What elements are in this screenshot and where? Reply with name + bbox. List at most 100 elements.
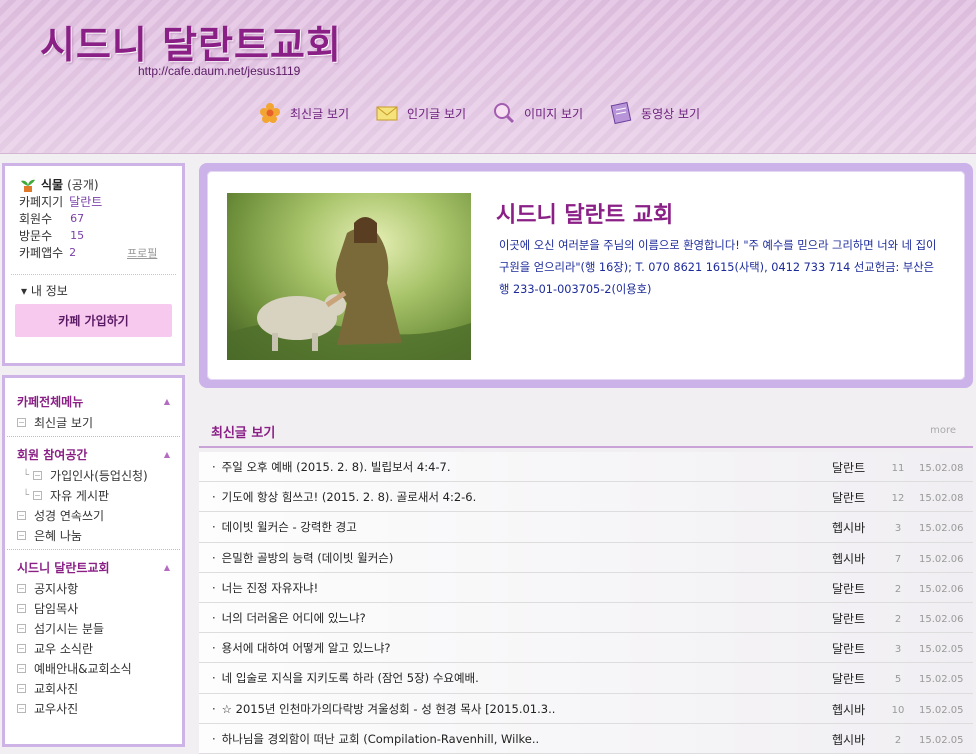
post-title-text: 너는 진정 자유자냐! (221, 580, 319, 595)
post-row[interactable]: · 주일 오후 예배 (2015. 2. 8). 빌립보서 4:4-7. 달란트 11… (199, 452, 973, 483)
board-icon (17, 530, 26, 540)
board-icon (17, 663, 26, 673)
post-author[interactable]: 헵시바 (832, 731, 865, 748)
collapse-arrow-icon[interactable]: ▲ (164, 563, 170, 572)
bullet-icon: · (212, 731, 216, 746)
join-cafe-button[interactable]: 카페 가입하기 (15, 304, 172, 337)
post-author[interactable]: 달란트 (832, 489, 865, 506)
cafe-url[interactable]: http://cafe.daum.net/jesus1119 (138, 64, 300, 78)
post-view-count: 11 (891, 463, 905, 474)
post-author[interactable]: 달란트 (832, 459, 865, 476)
post-author[interactable]: 달란트 (832, 580, 865, 597)
cafe-profile-box: 식물 (공개) 카페지기 달란트 회원수 67 방문수 15 카페앱수 2 프로… (2, 163, 185, 366)
bullet-icon: · (212, 460, 216, 474)
post-row[interactable]: · 데이빗 윌커슨 - 강력한 경고 헵시바 3 15.02.06 (199, 512, 973, 543)
manager-row: 카페지기 달란트 (5, 193, 182, 210)
menu-item-member-news[interactable]: 교우 소식란 (5, 638, 182, 658)
menu-section-church[interactable]: 시드니 달란트교회 ▲ (5, 556, 182, 578)
post-row[interactable]: · 기도에 항상 힘쓰고! (2015. 2. 8). 골로새서 4:2-6. 달란… (199, 482, 973, 513)
app-label: 카페앱수 (19, 246, 64, 260)
menu-item-label: 최신글 보기 (34, 415, 94, 430)
menu-divider (7, 436, 180, 437)
post-title-text: 주일 오후 예배 (2015. 2. 8). 빌립보서 4:4-7. (221, 460, 451, 474)
post-row[interactable]: · 너는 진정 자유자냐! 달란트 2 15.02.06 (199, 572, 973, 603)
board-icon (17, 643, 26, 653)
more-link[interactable]: more (930, 425, 956, 436)
menu-item-label: 자유 게시판 (50, 488, 110, 503)
post-row[interactable]: · ☆ 2015년 인천마가의다락방 겨울성회 - 성 현경 목사 [2015.0… (199, 693, 973, 724)
post-view-count: 12 (891, 493, 905, 505)
post-date: 15.02.06 (919, 523, 964, 535)
post-title[interactable]: · 하나님을 경외함이 떠난 교회 (Compilation-Ravenhill,… (212, 731, 539, 747)
post-date: 15.02.06 (919, 613, 964, 625)
post-author[interactable]: 헵시바 (832, 519, 865, 536)
latest-posts-title[interactable]: 최신글 보기 (211, 422, 275, 441)
notepad-icon (610, 102, 632, 124)
board-icon (33, 490, 43, 500)
bullet-icon: · (212, 671, 216, 686)
my-info-toggle[interactable]: ▾ 내 정보 (21, 282, 68, 299)
post-view-count: 2 (894, 734, 902, 746)
post-title[interactable]: · 주일 오후 예배 (2015. 2. 8). 빌립보서 4:4-7. (212, 459, 451, 475)
menu-item-member-photos[interactable]: 교우사진 (5, 698, 182, 718)
collapse-arrow-icon[interactable]: ▲ (164, 397, 170, 406)
visitors-value: 15 (70, 229, 85, 242)
menu-item-greetings[interactable]: └ 가입인사(등업신청) (5, 465, 182, 485)
menu-item-worship-info[interactable]: 예배안내&교회소식 (5, 658, 182, 678)
menu-item-free-board[interactable]: └ 자유 게시판 (5, 485, 182, 505)
menu-item-label: 교회사진 (34, 681, 79, 696)
post-title-text: 네 입술로 지식을 지키도록 하라 (잠언 5장) 수요예배. (221, 671, 479, 686)
post-author[interactable]: 달란트 (832, 640, 865, 657)
post-title[interactable]: · 너는 진정 자유자냐! (212, 580, 318, 596)
nav-latest[interactable]: 최신글 보기 (258, 102, 349, 124)
visitors-label: 방문수 (19, 229, 53, 243)
post-row[interactable]: · 용서에 대하여 어떻게 알고 있느냐? 달란트 3 15.02.05 (199, 633, 973, 664)
menu-item-church-photos[interactable]: 교회사진 (5, 678, 182, 698)
manager-value[interactable]: 달란트 (69, 193, 102, 210)
board-icon (17, 583, 26, 593)
post-author[interactable]: 헵시바 (832, 701, 865, 718)
post-author[interactable]: 달란트 (832, 610, 865, 627)
post-row[interactable]: · 하나님을 경외함이 떠난 교회 (Compilation-Ravenhill,… (199, 723, 973, 754)
shepherd-lamb-illustration (227, 217, 471, 360)
post-title[interactable]: · 너의 더러움은 어디에 있느냐? (212, 610, 366, 626)
post-author[interactable]: 헵시바 (832, 550, 865, 567)
post-title-text: 데이빗 윌커슨 - 강력한 경고 (221, 520, 357, 535)
post-title[interactable]: · 데이빗 윌커슨 - 강력한 경고 (212, 519, 357, 535)
menu-item-pastor[interactable]: 담임목사 (5, 598, 182, 618)
post-view-count: 7 (894, 553, 902, 565)
nav-videos[interactable]: 동영상 보기 (609, 102, 700, 124)
post-title[interactable]: · 네 입술로 지식을 지키도록 하라 (잠언 5장) 수요예배. (212, 670, 479, 686)
post-view-count: 3 (894, 523, 902, 535)
menu-item-notice[interactable]: 공지사항 (5, 578, 182, 598)
menu-section-all[interactable]: 카페전체메뉴 ▲ (5, 390, 182, 412)
post-date: 15.02.06 (919, 583, 964, 595)
menu-item-servants[interactable]: 섬기시는 분들 (5, 618, 182, 638)
bullet-icon: · (212, 610, 216, 625)
post-row[interactable]: · 네 입술로 지식을 지키도록 하라 (잠언 5장) 수요예배. 달란트 5 15.0… (199, 663, 973, 694)
post-title[interactable]: · 은밀한 골방의 능력 (데이빗 윌커슨) (212, 550, 393, 566)
plant-icon (21, 179, 35, 192)
post-row[interactable]: · 은밀한 골방의 능력 (데이빗 윌커슨) 헵시바 7 15.02.06 (199, 542, 973, 573)
post-title[interactable]: · 기도에 항상 힘쓰고! (2015. 2. 8). 골로새서 4:2-6. (212, 489, 476, 505)
menu-item-latest[interactable]: 최신글 보기 (5, 412, 182, 432)
app-value: 2 (69, 246, 77, 259)
members-value[interactable]: 67 (70, 212, 84, 225)
menu-item-label: 은혜 나눔 (34, 528, 82, 543)
nav-images[interactable]: 이미지 보기 (492, 102, 583, 124)
post-author[interactable]: 달란트 (832, 670, 865, 687)
menu-section-members[interactable]: 회원 참여공간 ▲ (5, 443, 182, 465)
profile-link[interactable]: 프로필 (127, 245, 157, 261)
cafe-title[interactable]: 시드니 달란트교회 (40, 14, 342, 69)
collapse-arrow-icon[interactable]: ▲ (164, 450, 170, 459)
menu-item-grace[interactable]: 은혜 나눔 (5, 525, 182, 545)
app-row: 카페앱수 2 프로필 (5, 244, 182, 261)
cafe-level: 식물 (41, 178, 64, 192)
nav-popular[interactable]: 인기글 보기 (375, 102, 466, 124)
post-title[interactable]: · ☆ 2015년 인천마가의다락방 겨울성회 - 성 현경 목사 [2015.0… (212, 701, 555, 717)
menu-section-church-title: 시드니 달란트교회 (17, 560, 110, 575)
menu-item-bible[interactable]: 성경 연속쓰기 (5, 505, 182, 525)
post-row[interactable]: · 너의 더러움은 어디에 있느냐? 달란트 2 15.02.06 (199, 602, 973, 634)
tree-line-icon: └ (23, 489, 30, 501)
post-title[interactable]: · 용서에 대하여 어떻게 알고 있느냐? (212, 640, 391, 656)
